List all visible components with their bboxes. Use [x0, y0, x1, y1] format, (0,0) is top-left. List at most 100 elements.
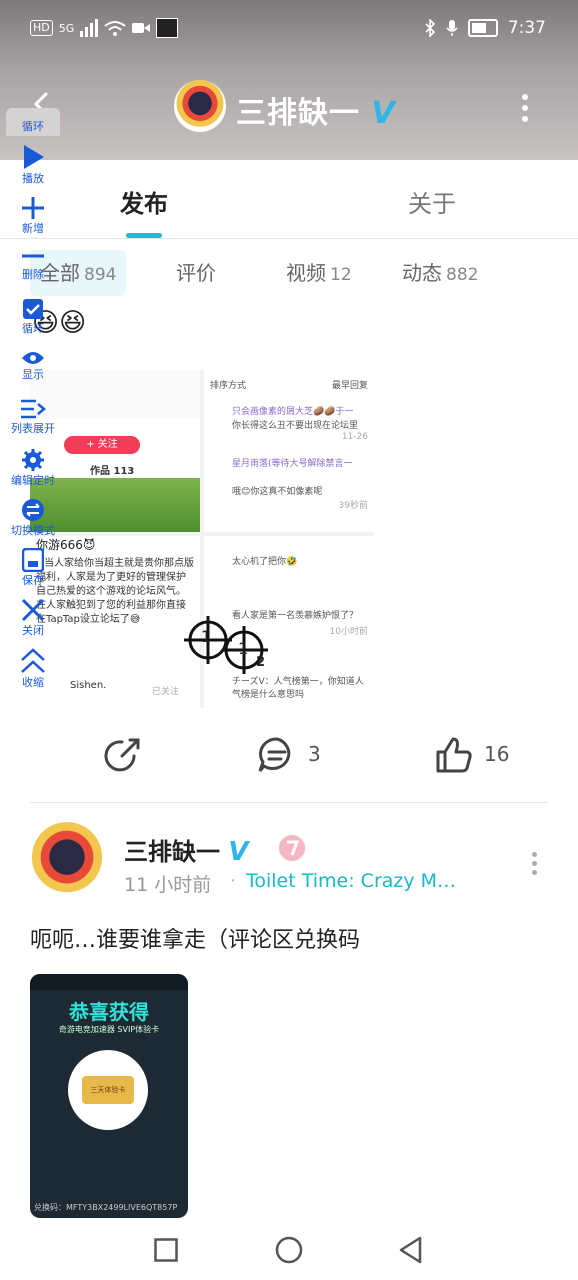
- play-button[interactable]: 播放: [6, 144, 60, 186]
- reward-card: 三天体验卡: [82, 1076, 134, 1104]
- signal-icon: [80, 19, 99, 37]
- like-count: 16: [484, 742, 510, 766]
- comment-date: 11-26: [341, 432, 368, 442]
- filter-label: 视频: [286, 261, 326, 285]
- comment-count: 3: [308, 742, 321, 766]
- wifi-icon: [104, 21, 126, 36]
- reward-circle: 三天体验卡: [68, 1050, 148, 1130]
- comment-text: 太心机了把你🤣: [232, 557, 298, 567]
- battery-icon: [467, 19, 498, 37]
- comment-user: 星月雨落(等待大号解除禁言一: [232, 459, 353, 469]
- filter-count: 894: [84, 265, 117, 285]
- tab-publish[interactable]: 发布: [120, 184, 168, 219]
- toolbar-label: 切换模式: [11, 524, 55, 537]
- bluetooth-icon: [425, 19, 435, 37]
- status-bar: HD 5G 7:37: [0, 0, 578, 58]
- toolbar-label: 显示: [22, 368, 44, 381]
- close-icon: [21, 598, 45, 622]
- toolbar-label: 编辑定时: [11, 474, 55, 487]
- comment-text: 看人家是第一名羡慕嫉妒恨了？: [232, 611, 359, 621]
- verified-badge-icon: V: [371, 96, 396, 131]
- toolbar-label: 删除: [22, 268, 44, 281]
- video-call-icon: [132, 23, 151, 33]
- app-notification-icon: [156, 18, 179, 38]
- avatar[interactable]: [174, 80, 226, 132]
- toolbar-label: 关闭: [22, 624, 44, 637]
- comment-date: 39秒前: [338, 501, 368, 511]
- grid-user-name: Sishen.: [70, 680, 107, 691]
- system-nav-bar: [0, 1218, 578, 1280]
- author-name[interactable]: 三排缺一 V: [124, 832, 248, 867]
- post-time: 11 小时前: [124, 874, 212, 896]
- loop-button[interactable]: 循环: [6, 118, 60, 134]
- redeem-code: 兑换码：MFTY3BX2499LIVE6QT857P: [34, 1203, 178, 1212]
- toolbar-label: 列表展开: [11, 422, 55, 435]
- toolbar-label: 循环: [22, 322, 44, 335]
- back-nav-icon[interactable]: [398, 1236, 424, 1264]
- verified-badge-icon: V: [228, 837, 249, 867]
- show-button[interactable]: 显示: [6, 350, 60, 382]
- sort-label: 排序方式: [210, 381, 247, 391]
- home-icon[interactable]: [275, 1236, 303, 1264]
- add-button[interactable]: 新增: [6, 196, 60, 236]
- tab-bar: [0, 160, 578, 239]
- eye-icon: [22, 352, 44, 364]
- image-subtitle: 奇游电竞加速器 SVIP体验卡: [58, 1025, 160, 1034]
- post-more-icon[interactable]: [532, 852, 538, 875]
- toolbar-label: 新增: [22, 222, 44, 235]
- followed-label: 已关注: [152, 687, 180, 697]
- toolbar-label: 保存: [22, 574, 44, 587]
- page-title: 三排缺一 V: [236, 88, 396, 132]
- comment-user: 只会画像素的屑大芝🥔🥔于一: [232, 407, 354, 417]
- more-options-icon[interactable]: [522, 94, 530, 127]
- hd-indicator: HD: [30, 20, 53, 36]
- image-title: 恭喜获得: [69, 1000, 149, 1024]
- filter-review[interactable]: 评价: [176, 250, 216, 296]
- plus-icon: [22, 197, 44, 219]
- grid-image-comments-a[interactable]: 排序方式 最早回复 只会画像素的屑大芝🥔🥔于一 你长得这么丑不要出现在论坛里 1…: [204, 370, 374, 532]
- filter-count: 882: [446, 265, 479, 285]
- comment-text: 哦😊你这真不如像素呢: [232, 487, 323, 497]
- list-expand-button[interactable]: 列表展开: [6, 398, 60, 436]
- network-type: 5G: [58, 21, 75, 35]
- comment-icon[interactable]: [257, 736, 297, 774]
- collapse-icon: [21, 648, 45, 673]
- filter-label: 动态: [402, 261, 442, 285]
- share-icon[interactable]: [104, 736, 142, 774]
- comment-text: 你长得这么丑不要出现在论坛里: [232, 421, 359, 431]
- post-image[interactable]: 恭喜获得 奇游电竞加速器 SVIP体验卡 三天体验卡 兑换码：MFTY3BX24…: [30, 974, 188, 1218]
- edit-timer-button[interactable]: 编辑定时: [6, 448, 60, 488]
- tab-about[interactable]: 关于: [408, 184, 456, 219]
- marker-number: 2: [256, 655, 266, 670]
- profile-name: 三排缺一: [236, 96, 360, 131]
- filter-moments[interactable]: 动态 882: [402, 250, 478, 296]
- recent-apps-icon[interactable]: [154, 1238, 178, 1262]
- sort-value: 最早回复: [331, 381, 368, 391]
- filter-video[interactable]: 视频 12: [286, 250, 352, 296]
- collapse-button[interactable]: 收缩: [6, 648, 60, 690]
- author-name-text: 三排缺一: [124, 838, 220, 866]
- close-button[interactable]: 关闭: [6, 598, 60, 638]
- like-icon[interactable]: [434, 736, 474, 774]
- filter-label: 评价: [176, 261, 216, 285]
- marker-number: 1: [201, 627, 212, 646]
- delete-button[interactable]: 删除: [6, 252, 60, 282]
- separator-dot: ·: [230, 870, 237, 892]
- switch-icon: [22, 499, 44, 521]
- save-button[interactable]: 保存: [6, 548, 60, 588]
- user-level-badge-icon: [279, 835, 305, 861]
- list-expand-icon: [21, 399, 46, 419]
- follow-button[interactable]: + 关注: [64, 436, 140, 454]
- save-icon: [22, 548, 44, 572]
- filter-count: 12: [330, 265, 352, 285]
- avatar[interactable]: [28, 822, 106, 900]
- game-link[interactable]: Toilet Time: Crazy M…: [246, 870, 456, 892]
- gear-icon: [22, 449, 44, 471]
- loop-toggle-button[interactable]: 循环: [6, 298, 60, 336]
- switch-mode-button[interactable]: 切换模式: [6, 498, 60, 538]
- microphone-icon: [446, 20, 458, 36]
- clock: 7:37: [507, 18, 546, 38]
- image-status-strip: [30, 974, 188, 990]
- toolbar-label: 收缩: [22, 676, 44, 689]
- toolbar-label: 播放: [22, 172, 44, 185]
